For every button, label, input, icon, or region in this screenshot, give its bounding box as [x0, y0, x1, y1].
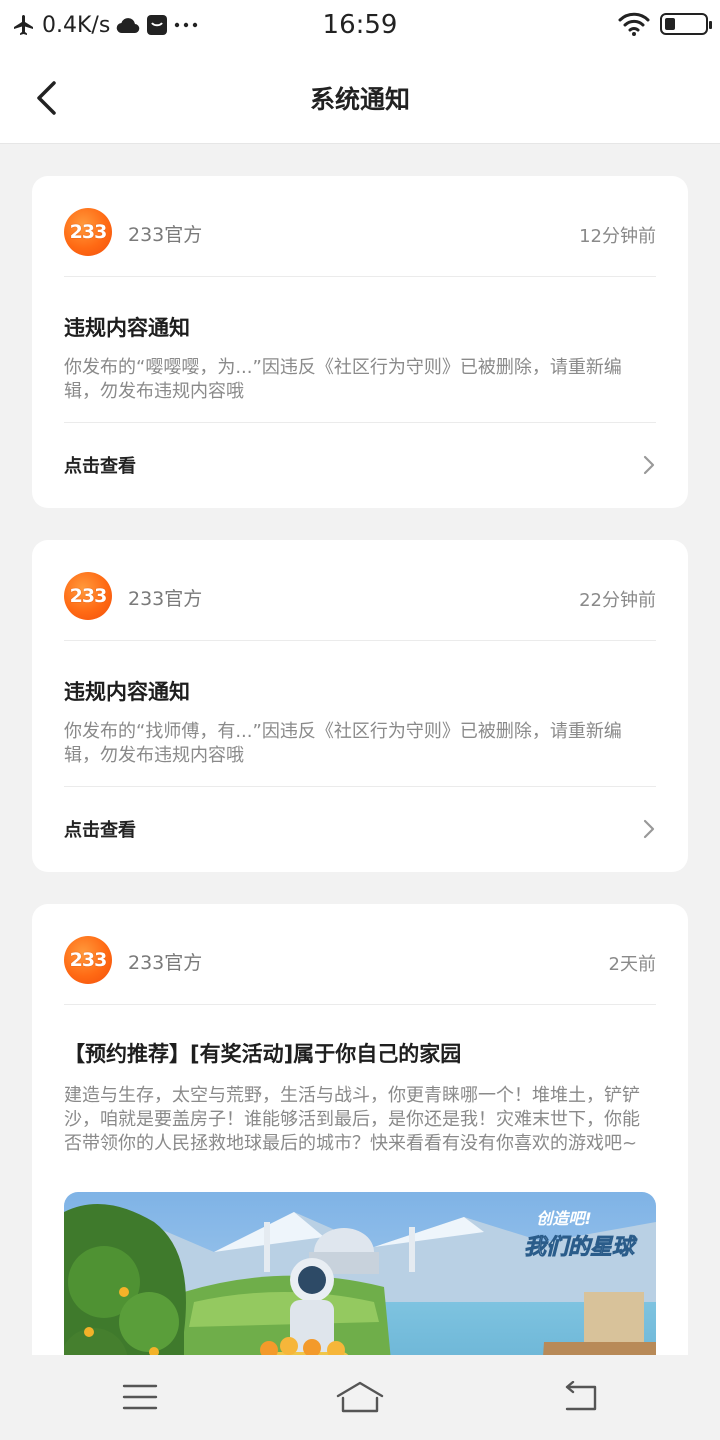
- menu-icon: [122, 1384, 158, 1410]
- notification-card: 233 233官方 22分钟前 违规内容通知 你发布的“找师傅，有...”因违反…: [32, 540, 688, 872]
- home-button[interactable]: [330, 1377, 390, 1417]
- avatar-logo-text: 233: [69, 585, 108, 607]
- card-header: 233 233官方 2天前: [64, 936, 656, 984]
- sender-name: 233官方: [128, 224, 203, 246]
- view-details-label: 点击查看: [64, 820, 136, 841]
- home-icon: [336, 1381, 384, 1413]
- status-right: [618, 12, 712, 36]
- divider: [64, 1004, 656, 1005]
- banner-slogan-small: 创造吧!: [536, 1209, 591, 1228]
- chevron-right-icon: [643, 455, 655, 475]
- sender-avatar[interactable]: 233: [64, 208, 112, 256]
- notification-card[interactable]: 233 233官方 2天前 【预约推荐】[有奖活动]属于你自己的家园 建造与生存…: [32, 904, 688, 1355]
- sender-avatar[interactable]: 233: [64, 936, 112, 984]
- promo-banner-image[interactable]: 创造吧! 我们的星球: [64, 1192, 656, 1355]
- page-title: 系统通知: [309, 85, 410, 114]
- chevron-right-icon: [643, 819, 655, 839]
- menu-button[interactable]: [110, 1377, 170, 1417]
- sender-name: 233官方: [128, 588, 203, 610]
- notification-body: 建造与生存，太空与荒野，生活与战斗，你更青睐哪一个！堆堆土，铲铲沙，咱就是要盖房…: [64, 1085, 640, 1154]
- sender-name: 233官方: [128, 952, 203, 974]
- notification-time: 12分钟前: [579, 226, 656, 247]
- notification-time: 2天前: [608, 954, 656, 975]
- banner-slogan-large: 我们的星球: [524, 1234, 638, 1260]
- divider: [64, 422, 656, 423]
- return-icon: [565, 1381, 597, 1411]
- divider: [64, 276, 656, 277]
- banner-illustration: 创造吧! 我们的星球: [64, 1192, 656, 1355]
- clock: 16:59: [322, 10, 398, 40]
- notification-body: 你发布的“嘤嘤嘤，为...”因违反《社区行为守则》已被删除，请重新编辑，勿发布违…: [64, 357, 622, 402]
- nav-bar: 系统通知: [0, 52, 720, 144]
- notification-title: 【预约推荐】[有奖活动]属于你自己的家园: [64, 1042, 462, 1066]
- card-header: 233 233官方 12分钟前: [64, 208, 656, 256]
- notification-title: 违规内容通知: [64, 316, 190, 340]
- sender-avatar[interactable]: 233: [64, 572, 112, 620]
- divider: [64, 786, 656, 787]
- battery-fill: [665, 18, 675, 30]
- notification-title: 违规内容通知: [64, 680, 190, 704]
- status-bar: 0.4K/s 16:59: [0, 0, 720, 52]
- avatar-logo-text: 233: [69, 221, 108, 243]
- battery-icon: [660, 13, 712, 35]
- card-header: 233 233官方 22分钟前: [64, 572, 656, 620]
- view-details-row[interactable]: 点击查看: [64, 444, 656, 484]
- view-details-label: 点击查看: [64, 456, 136, 477]
- wifi-icon: [618, 12, 650, 36]
- notification-time: 22分钟前: [579, 590, 656, 611]
- notification-body: 你发布的“找师傅，有...”因违反《社区行为守则》已被删除，请重新编辑，勿发布违…: [64, 721, 622, 766]
- back-nav-button[interactable]: [550, 1377, 610, 1417]
- avatar-logo-text: 233: [69, 949, 108, 971]
- divider: [64, 640, 656, 641]
- system-nav-bar: [0, 1355, 720, 1440]
- notification-card: 233 233官方 12分钟前 违规内容通知 你发布的“嘤嘤嘤，为...”因违反…: [32, 176, 688, 508]
- notification-list[interactable]: 233 233官方 12分钟前 违规内容通知 你发布的“嘤嘤嘤，为...”因违反…: [0, 145, 720, 1355]
- view-details-row[interactable]: 点击查看: [64, 808, 656, 848]
